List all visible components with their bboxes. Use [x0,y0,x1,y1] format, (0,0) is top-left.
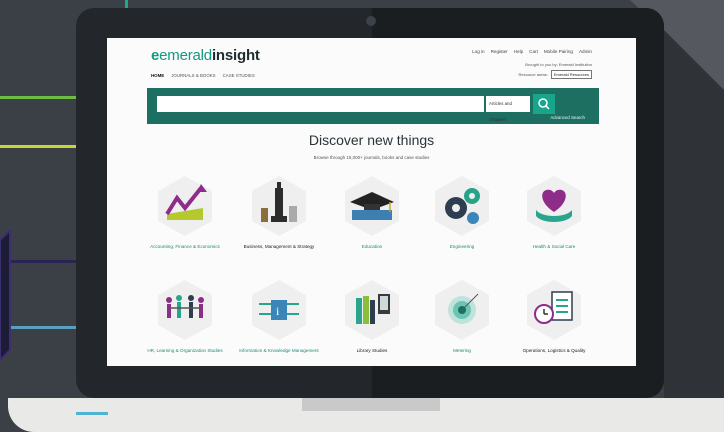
search-scope-select[interactable]: Articles and Chapters ▾ [486,96,530,122]
green-stripe [0,96,76,99]
category-label: Library Studies [356,348,388,353]
nav-journals-books[interactable]: JOURNALS & BOOKS [171,73,215,78]
main-nav: HOME JOURNALS & BOOKS CASE STUDIES [151,73,255,78]
login-link[interactable]: Log in [472,49,485,54]
category-label: HR, Learning & Organization Studies [147,348,223,353]
category-label: Health & Social Care [532,244,576,249]
mobile-pairing-link[interactable]: Mobile Pairing [544,49,573,54]
logo-emerald-text: emerald [159,47,212,64]
category-label: Operations, Logistics & Quality [522,348,586,353]
resource-area-select[interactable]: Emerald Resources [550,70,592,79]
search-button[interactable] [533,94,555,114]
clock-checklist-icon [527,280,581,340]
search-band: Articles and Chapters ▾ Advanced Search [147,88,599,124]
logo-insight-text: insight [211,47,260,64]
top-links: Log in Register Help Cart Mobile Pairing… [472,49,592,54]
category-library[interactable]: Library Studies [327,278,417,354]
resource-area-label: Resource areas: [518,72,548,77]
discover-subtitle: Browse through 15,000+ journals, books a… [313,155,430,160]
search-icon [538,98,550,110]
nav-case-studies[interactable]: CASE STUDIES [223,73,255,78]
category-health[interactable]: Health & Social Care [509,174,599,250]
target-icon [435,280,489,340]
rising-chart-icon [158,176,212,236]
gears-icon [435,176,489,236]
heart-hands-icon [527,176,581,236]
category-hr[interactable]: HR, Learning & Organization Studies [140,278,230,354]
category-information[interactable]: i Information & Knowledge Management [234,278,324,354]
site-header: eemeraldinsight Log in Register Help Car… [107,38,636,88]
help-link[interactable]: Help [514,49,523,54]
category-engineering[interactable]: Engineering [417,174,507,250]
category-label: Engineering [449,244,475,249]
books-icon [345,280,399,340]
category-accounting[interactable]: Accounting, Finance & Economics [140,174,230,250]
category-label: Education [361,244,383,249]
register-link[interactable]: Register [491,49,508,54]
laptop-notch [302,398,440,411]
resource-area: Resource areas: Emerald Resources [519,70,592,79]
category-metering[interactable]: Metering [417,278,507,354]
emerald-insight-logo[interactable]: eemeraldinsight [151,47,260,64]
yellow-stripe [0,145,76,148]
search-scope-label: Articles and Chapters [489,101,512,122]
laptop-screen: eemeraldinsight Log in Register Help Car… [107,38,636,366]
category-label: Metering [453,348,471,353]
category-education[interactable]: Education [327,174,417,250]
category-operations[interactable]: Operations, Logistics & Quality [509,278,599,354]
category-label: Business, Management & Strategy [243,244,315,249]
people-chain-icon [158,280,212,340]
graduation-cap-icon [345,176,399,236]
category-label: Accounting, Finance & Economics [150,244,220,249]
nav-home[interactable]: HOME [151,73,164,78]
purple-bracket [0,230,11,360]
chess-pieces-icon [252,176,306,236]
category-business[interactable]: Business, Management & Strategy [234,174,324,250]
brought-to-you: Brought to you by: Emerald Institution [525,62,592,67]
camera-icon [366,16,376,26]
discover-title: Discover new things [308,132,435,148]
circuit-icon: i [252,280,306,340]
search-input[interactable] [157,96,484,112]
logo-mark: e [151,47,160,64]
cart-link[interactable]: Cart [529,49,538,54]
stage: eemeraldinsight Log in Register Help Car… [0,0,724,432]
led-indicator [76,412,108,415]
category-label: Information & Knowledge Management [239,348,319,353]
advanced-search-link[interactable]: Advanced Search [550,115,585,120]
admin-link[interactable]: Admin [579,49,592,54]
dropdown-arrow-icon: ▾ [512,117,515,122]
